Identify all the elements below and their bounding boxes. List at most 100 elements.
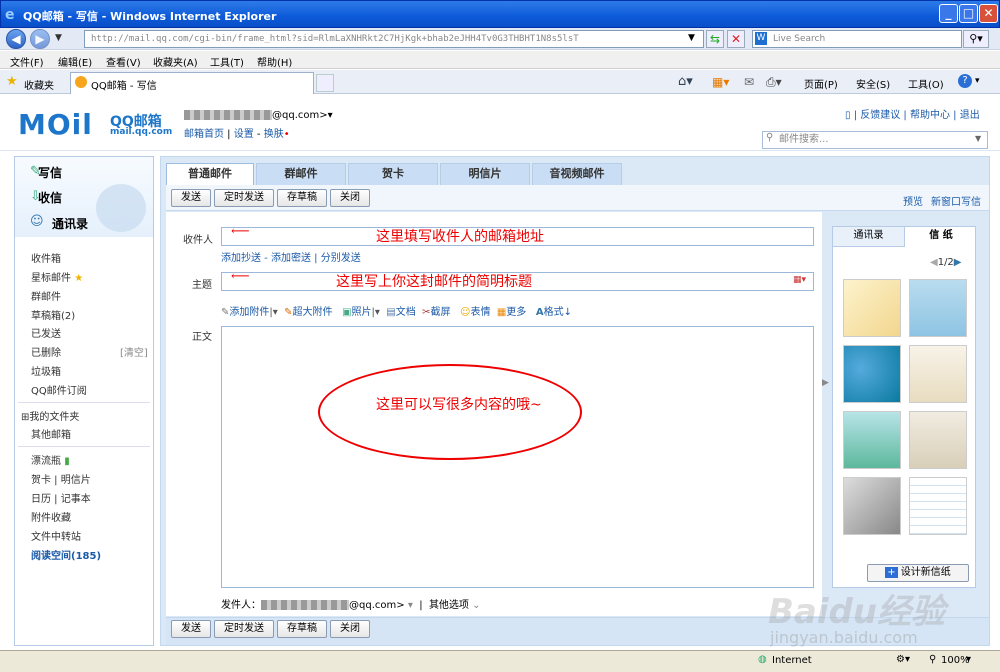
- my-folders[interactable]: ⊞我的文件夹: [21, 408, 79, 423]
- stationery-thumb[interactable]: [909, 477, 967, 535]
- send-button-bottom[interactable]: 发送: [171, 620, 211, 638]
- close-window-button[interactable]: ✕: [979, 4, 998, 23]
- stationery-thumb[interactable]: [843, 477, 901, 535]
- mail-icon[interactable]: ✉: [744, 75, 754, 89]
- document[interactable]: 文档: [396, 307, 416, 318]
- tab-group-mail[interactable]: 群邮件: [256, 163, 346, 185]
- mailbox-home-link[interactable]: 邮箱首页: [184, 129, 224, 140]
- maximize-button[interactable]: □: [959, 4, 978, 23]
- stationery-thumb[interactable]: [843, 411, 901, 469]
- help-center-link[interactable]: 帮助中心: [910, 110, 950, 121]
- folder-spam[interactable]: 垃圾箱: [31, 363, 61, 378]
- sidebar-contacts[interactable]: 通讯录: [52, 215, 88, 232]
- sender-select[interactable]: @qq.com>: [349, 600, 405, 611]
- sidebar-receive[interactable]: 收信: [38, 189, 62, 206]
- new-tab-button[interactable]: [316, 74, 334, 92]
- tab-av-mail[interactable]: 音视频邮件: [532, 163, 622, 185]
- preview-link[interactable]: 预览: [903, 193, 923, 208]
- folder-sent[interactable]: 已发送: [31, 325, 61, 340]
- add-bcc-link[interactable]: 添加密送: [271, 253, 311, 264]
- protected-mode-icon[interactable]: ⚙▾: [896, 654, 910, 665]
- expand-panel-icon[interactable]: ▶: [822, 378, 829, 388]
- mail-search-input[interactable]: 邮件搜索...: [762, 131, 988, 149]
- emoji[interactable]: 表情: [470, 307, 490, 318]
- tab-contacts[interactable]: 通讯录: [833, 227, 905, 247]
- folder-deleted[interactable]: 已删除: [31, 344, 61, 359]
- back-button[interactable]: ◀: [6, 29, 26, 49]
- file-transfer[interactable]: 文件中转站: [31, 528, 81, 543]
- cards-link[interactable]: 贺卡: [31, 475, 51, 486]
- add-cc-link[interactable]: 添加抄送: [221, 253, 261, 264]
- format[interactable]: 格式↓: [544, 307, 572, 318]
- menu-help[interactable]: 帮助(H): [257, 54, 292, 69]
- folder-starred[interactable]: 星标邮件 ★: [31, 269, 83, 284]
- new-window-link[interactable]: 新窗口写信: [931, 193, 981, 208]
- history-dropdown-icon[interactable]: ▼: [55, 33, 62, 43]
- other-mailboxes[interactable]: 其他邮箱: [31, 426, 71, 441]
- save-draft-button-bottom[interactable]: 存草稿: [277, 620, 327, 638]
- safety-menu[interactable]: 安全(S): [856, 76, 890, 91]
- other-options[interactable]: 其他选项: [429, 600, 469, 611]
- menu-edit[interactable]: 编辑(E): [58, 54, 92, 69]
- folder-inbox[interactable]: 收件箱: [31, 250, 61, 265]
- save-draft-button[interactable]: 存草稿: [277, 189, 327, 207]
- refresh-icon[interactable]: ⇆: [706, 30, 724, 48]
- zoom-dropdown-icon[interactable]: ▾: [966, 654, 971, 665]
- tab-stationery[interactable]: 信 纸: [905, 227, 977, 247]
- next-page-icon[interactable]: ▶: [954, 257, 962, 268]
- live-search-input[interactable]: Live Search: [752, 30, 962, 48]
- menu-view[interactable]: 查看(V): [106, 54, 141, 69]
- stationery-thumb[interactable]: [909, 345, 967, 403]
- stationery-thumb[interactable]: [909, 411, 967, 469]
- tab-normal-mail[interactable]: 普通邮件: [166, 163, 254, 186]
- mail-logo[interactable]: MOil: [18, 108, 93, 141]
- phone-icon[interactable]: ▯: [845, 110, 851, 121]
- attachment-favorites[interactable]: 附件收藏: [31, 509, 71, 524]
- logout-link[interactable]: 退出: [960, 110, 980, 121]
- help-icon[interactable]: ?: [958, 74, 972, 88]
- prev-page-icon[interactable]: ◀: [930, 257, 938, 268]
- screenshot[interactable]: 截屏: [430, 307, 450, 318]
- folder-drafts[interactable]: 草稿箱(2): [31, 307, 75, 322]
- design-stationery-button[interactable]: + 设计新信纸: [867, 564, 969, 582]
- drift-bottle[interactable]: 漂流瓶 ▮: [31, 452, 70, 467]
- photo[interactable]: 照片: [352, 307, 372, 318]
- subject-format-icon[interactable]: ▦▾: [793, 275, 806, 285]
- browser-tab[interactable]: QQ邮箱 - 写信: [70, 72, 314, 94]
- add-attachment[interactable]: 添加附件: [229, 307, 269, 318]
- help-dropdown-icon[interactable]: ▾: [975, 76, 980, 86]
- stop-icon[interactable]: ✕: [727, 30, 745, 48]
- forward-button[interactable]: ▶: [30, 29, 50, 49]
- scheduled-send-button-bottom[interactable]: 定时发送: [214, 620, 274, 638]
- calendar-link[interactable]: 日历: [31, 494, 51, 505]
- print-icon[interactable]: ⎙▾: [766, 75, 782, 90]
- folder-group[interactable]: 群邮件: [31, 288, 61, 303]
- tab-postcard[interactable]: 明信片: [440, 163, 530, 185]
- sidebar-write[interactable]: 写信: [38, 164, 62, 181]
- menu-favorites[interactable]: 收藏夹(A): [153, 54, 198, 69]
- notes-link[interactable]: 记事本: [61, 494, 91, 505]
- send-separately-link[interactable]: 分别发送: [321, 253, 361, 264]
- stationery-thumb[interactable]: [843, 279, 901, 337]
- tab-greeting-card[interactable]: 贺卡: [348, 163, 438, 185]
- feeds-icon[interactable]: ▦▾: [712, 75, 729, 89]
- send-button[interactable]: 发送: [171, 189, 211, 207]
- scheduled-send-button[interactable]: 定时发送: [214, 189, 274, 207]
- favorites-button[interactable]: 收藏夹: [24, 77, 54, 92]
- body-editor[interactable]: [221, 326, 814, 588]
- clear-deleted-link[interactable]: [清空]: [120, 344, 148, 359]
- menu-tools[interactable]: 工具(T): [210, 54, 244, 69]
- stationery-thumb[interactable]: [843, 345, 901, 403]
- feedback-link[interactable]: 反馈建议: [860, 110, 900, 121]
- close-button-bottom[interactable]: 关闭: [330, 620, 370, 638]
- close-button[interactable]: 关闭: [330, 189, 370, 207]
- stationery-thumb[interactable]: [909, 279, 967, 337]
- address-dropdown-icon[interactable]: ▼: [688, 33, 695, 43]
- minimize-button[interactable]: _: [939, 4, 958, 23]
- settings-link[interactable]: 设置: [234, 129, 254, 140]
- reading-space[interactable]: 阅读空间(185): [31, 547, 101, 562]
- address-bar[interactable]: http://mail.qq.com/cgi-bin/frame_html?si…: [84, 30, 704, 48]
- page-menu[interactable]: 页面(P): [804, 76, 838, 91]
- tools-menu[interactable]: 工具(O): [908, 76, 944, 91]
- mail-search-dropdown-icon[interactable]: ▼: [975, 134, 981, 143]
